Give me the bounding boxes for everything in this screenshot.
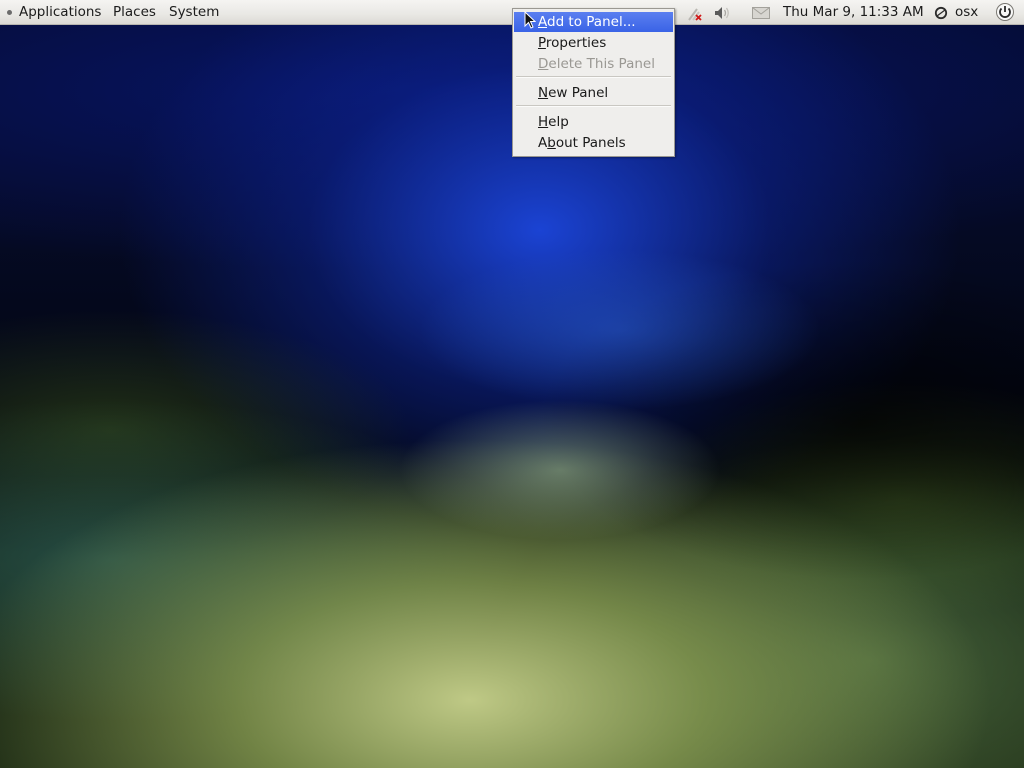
menu-item-about-panels[interactable]: About Panels (514, 133, 673, 153)
user-icon (933, 6, 949, 20)
gnome-foot-icon (7, 10, 12, 15)
user-name[interactable]: osx (955, 4, 978, 21)
mouse-cursor-icon (524, 10, 537, 29)
desktop[interactable]: Applications Places System Thu Mar 9, 11… (0, 0, 1024, 768)
menu-item-delete-this-panel: Delete This Panel (538, 56, 655, 72)
menu-item-add-to-panel[interactable]: Add to Panel... (514, 12, 673, 32)
mail-icon[interactable] (751, 6, 771, 20)
panel-context-menu[interactable]: Add to Panel... Properties Delete This P… (512, 8, 675, 157)
network-offline-icon[interactable] (686, 5, 706, 23)
menu-item-help[interactable]: Help (514, 112, 673, 132)
system-menu[interactable]: System (169, 4, 219, 21)
clock[interactable]: Thu Mar 9, 11:33 AM (783, 4, 924, 21)
menu-item-new-panel[interactable]: New Panel (514, 83, 673, 103)
volume-icon[interactable] (713, 5, 733, 21)
menu-item-properties[interactable]: Properties (514, 33, 673, 53)
menu-separator (516, 105, 671, 107)
applications-menu[interactable]: Applications (19, 4, 101, 21)
power-icon[interactable] (994, 2, 1016, 22)
places-menu[interactable]: Places (113, 4, 156, 21)
menu-separator (516, 76, 671, 78)
